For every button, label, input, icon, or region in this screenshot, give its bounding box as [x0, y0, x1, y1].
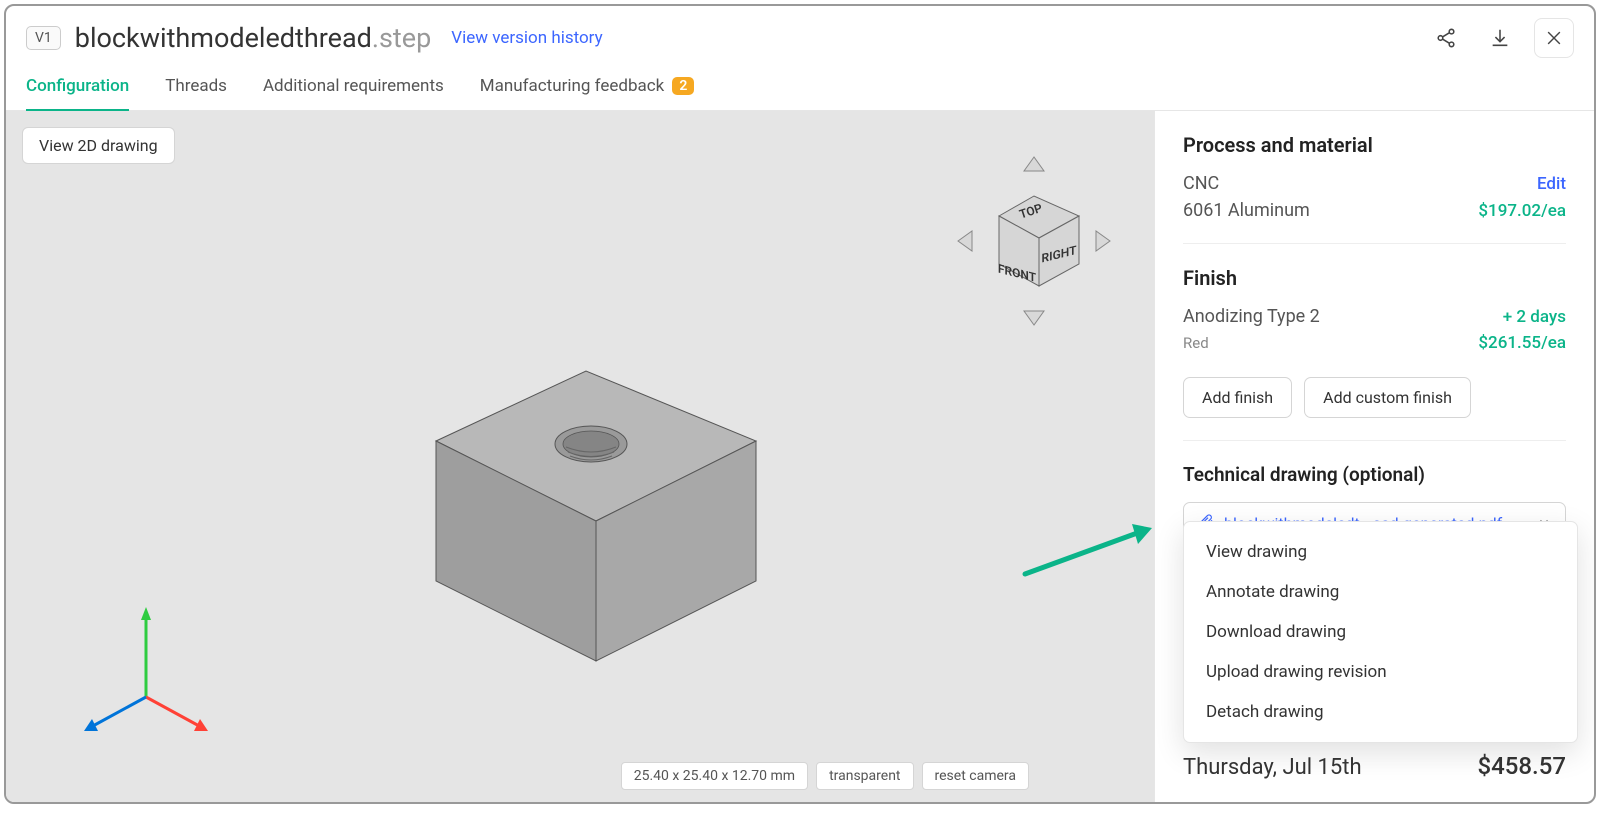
tab-label: Additional requirements	[263, 76, 444, 96]
header-bar: V1 blockwithmodeledthread.step View vers…	[6, 6, 1594, 66]
dropdown-detach-drawing[interactable]: Detach drawing	[1184, 692, 1577, 732]
share-icon[interactable]	[1426, 18, 1466, 58]
dropdown-annotate-drawing[interactable]: Annotate drawing	[1184, 572, 1577, 612]
total-price: $458.57	[1477, 752, 1566, 780]
finish-price: $261.55/ea	[1478, 333, 1566, 353]
tab-threads[interactable]: Threads	[165, 66, 227, 111]
config-sidebar: Process and material CNC Edit 6061 Alumi…	[1154, 111, 1594, 802]
nav-cube[interactable]: TOP FRONT RIGHT	[944, 151, 1124, 331]
finish-lead: + 2 days	[1503, 307, 1566, 327]
finish-color: Red	[1183, 334, 1209, 352]
file-name: blockwithmodeledthread.step	[75, 22, 431, 54]
add-custom-finish-button[interactable]: Add custom finish	[1304, 377, 1471, 418]
sidebar-footer: Thursday, Jul 15th $458.57	[1183, 752, 1566, 780]
file-ext: .step	[372, 22, 431, 54]
tab-additional-requirements[interactable]: Additional requirements	[263, 66, 444, 111]
process-name: CNC	[1183, 173, 1219, 194]
process-price: $197.02/ea	[1478, 201, 1566, 221]
tab-configuration[interactable]: Configuration	[26, 66, 129, 111]
dropdown-upload-revision[interactable]: Upload drawing revision	[1184, 652, 1577, 692]
nav-left-arrow[interactable]	[958, 231, 972, 251]
reset-camera-button[interactable]: reset camera	[922, 762, 1029, 790]
close-icon[interactable]	[1534, 18, 1574, 58]
viewer-footer: 25.40 x 25.40 x 12.70 mm transparent res…	[621, 762, 1029, 790]
model-preview	[376, 291, 796, 711]
feedback-badge: 2	[672, 77, 694, 95]
dimensions-chip: 25.40 x 25.40 x 12.70 mm	[621, 762, 808, 790]
axes-gizmo	[76, 602, 216, 742]
tab-label: Configuration	[26, 76, 129, 96]
ship-date: Thursday, Jul 15th	[1183, 755, 1362, 780]
dropdown-download-drawing[interactable]: Download drawing	[1184, 612, 1577, 652]
process-material-title: Process and material	[1183, 133, 1566, 157]
finish-name: Anodizing Type 2	[1183, 306, 1320, 327]
view-2d-button[interactable]: View 2D drawing	[22, 127, 175, 164]
viewer-3d[interactable]: View 2D drawing	[6, 111, 1154, 802]
dropdown-view-drawing[interactable]: View drawing	[1184, 532, 1577, 572]
transparent-button[interactable]: transparent	[816, 762, 913, 790]
material-name: 6061 Aluminum	[1183, 200, 1310, 221]
add-finish-button[interactable]: Add finish	[1183, 377, 1292, 418]
tab-label: Manufacturing feedback	[480, 76, 665, 96]
version-history-link[interactable]: View version history	[451, 28, 602, 48]
download-icon[interactable]	[1480, 18, 1520, 58]
version-badge: V1	[26, 26, 61, 50]
technical-drawing-title: Technical drawing (optional)	[1183, 463, 1566, 486]
finish-title: Finish	[1183, 266, 1566, 290]
tabs: Configuration Threads Additional require…	[6, 66, 1594, 111]
drawing-dropdown: View drawing Annotate drawing Download d…	[1183, 521, 1578, 743]
nav-right-arrow[interactable]	[1096, 231, 1110, 251]
nav-down-arrow[interactable]	[1024, 311, 1044, 325]
edit-process-link[interactable]: Edit	[1537, 174, 1566, 194]
tab-manufacturing-feedback[interactable]: Manufacturing feedback 2	[480, 66, 695, 111]
nav-up-arrow[interactable]	[1024, 157, 1044, 171]
tab-label: Threads	[165, 76, 227, 96]
file-base: blockwithmodeledthread	[75, 22, 372, 54]
